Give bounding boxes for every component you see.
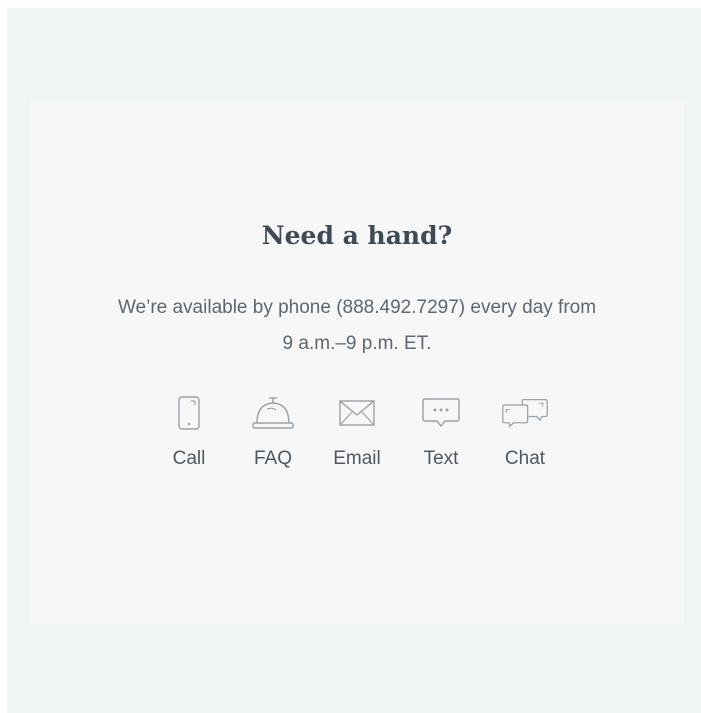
chat-link[interactable]: Chat bbox=[483, 395, 567, 470]
chat-label: Chat bbox=[504, 448, 546, 469]
email-link[interactable]: Email bbox=[315, 395, 399, 470]
chat-bubbles-icon bbox=[501, 395, 549, 431]
faq-label: FAQ bbox=[253, 448, 292, 469]
text-bubble-icon bbox=[417, 395, 465, 431]
call-label: Call bbox=[172, 448, 206, 469]
contact-channels: Call FAQ Email Text Chat bbox=[30, 395, 684, 470]
call-link[interactable]: Call bbox=[147, 395, 231, 470]
envelope-icon bbox=[333, 395, 381, 431]
help-title: Need a hand? bbox=[261, 221, 453, 250]
help-description: We’re available by phone (888.492.7297) … bbox=[30, 290, 684, 362]
faq-link[interactable]: FAQ bbox=[231, 395, 315, 470]
phone-icon bbox=[165, 395, 213, 431]
text-link[interactable]: Text bbox=[399, 395, 483, 470]
help-description-line-2: 9 a.m.–9 p.m. ET. bbox=[282, 333, 432, 354]
email-label: Email bbox=[333, 448, 381, 469]
help-description-line-1: We’re available by phone (888.492.7297) … bbox=[117, 297, 597, 318]
help-card: Need a hand? We’re available by phone (8… bbox=[30, 100, 684, 625]
page-background: Need a hand? We’re available by phone (8… bbox=[7, 8, 701, 713]
service-bell-icon bbox=[249, 395, 297, 431]
text-label: Text bbox=[423, 448, 459, 469]
